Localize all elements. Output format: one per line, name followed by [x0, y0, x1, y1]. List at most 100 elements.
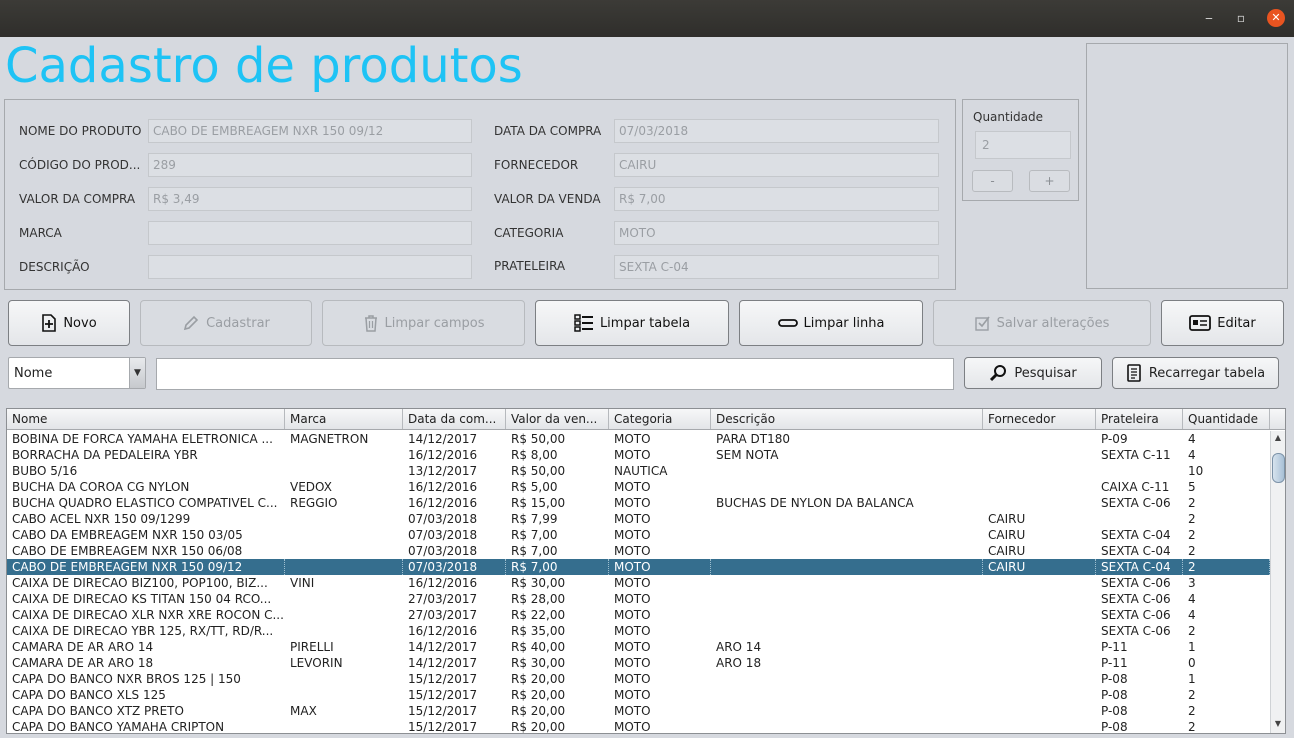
- quantity-panel: Quantidade 2 - +: [962, 99, 1079, 201]
- cell-nome: CABO ACEL NXR 150 09/1299: [12, 512, 191, 526]
- categoria-field[interactable]: MOTO: [614, 221, 939, 245]
- cell-fornecedor: CAIRU: [988, 544, 1026, 558]
- table-row[interactable]: BUBO 5/16 13/12/2017 R$ 50,00 NAUTICA 10: [7, 463, 1270, 479]
- recarregar-tabela-button[interactable]: Recarregar tabela: [1112, 357, 1279, 389]
- cell-prateleira: SEXTA C-04: [1101, 544, 1171, 558]
- scroll-thumb[interactable]: [1272, 453, 1285, 483]
- limpar-campos-button[interactable]: Limpar campos: [322, 300, 525, 346]
- window-titlebar: ‒ ▫ ✕: [0, 0, 1294, 37]
- search-field-select[interactable]: Nome ▼: [8, 357, 146, 389]
- nome-field[interactable]: CABO DE EMBREAGEM NXR 150 09/12: [148, 119, 472, 143]
- scroll-up-icon[interactable]: ▲: [1271, 433, 1285, 445]
- table-row[interactable]: CABO ACEL NXR 150 09/1299 07/03/2018 R$ 7,…: [7, 511, 1270, 527]
- cell-nome: CAMARA DE AR ARO 18: [12, 656, 154, 670]
- cell-data: 14/12/2017: [408, 656, 478, 670]
- minimize-icon[interactable]: ‒: [1200, 9, 1218, 27]
- table-scrollbar[interactable]: ▲ ▼: [1270, 431, 1285, 733]
- column-header-nome[interactable]: Nome: [7, 409, 285, 429]
- cell-valor: R$ 35,00: [511, 624, 566, 638]
- table-row[interactable]: CABO DE EMBREAGEM NXR 150 09/12 07/03/201…: [7, 559, 1270, 575]
- cell-data: 07/03/2018: [408, 512, 478, 526]
- cell-nome: CAPA DO BANCO XTZ PRETO: [12, 704, 184, 718]
- descricao-label: DESCRIÇÃO: [19, 260, 90, 274]
- table-row[interactable]: CAMARA DE AR ARO 14 PIRELLI 14/12/2017 R$ 4…: [7, 639, 1270, 655]
- cell-quantidade: 4: [1188, 432, 1196, 446]
- column-header-data[interactable]: Data da com...: [403, 409, 506, 429]
- valor-venda-label: VALOR DA VENDA: [494, 192, 601, 206]
- cell-marca: [285, 559, 403, 575]
- table-row[interactable]: CABO DE EMBREAGEM NXR 150 06/08 07/03/201…: [7, 543, 1270, 559]
- editar-button[interactable]: Editar: [1161, 300, 1284, 346]
- data-compra-field[interactable]: 07/03/2018: [614, 119, 939, 143]
- cell-valor: R$ 7,00: [511, 544, 558, 558]
- codigo-field[interactable]: 289: [148, 153, 472, 177]
- close-icon[interactable]: ✕: [1267, 9, 1285, 27]
- cell-nome: CAIXA DE DIRECAO XLR NXR XRE ROCON C...: [12, 608, 284, 622]
- cell-fornecedor: [983, 447, 1096, 463]
- valor-venda-field[interactable]: R$ 7,00: [614, 187, 939, 211]
- table-row[interactable]: CAIXA DE DIRECAO YBR 125, RX/TT, RD/R...…: [7, 623, 1270, 639]
- cell-fornecedor: [983, 639, 1096, 655]
- cell-fornecedor: CAIRU: [988, 512, 1026, 526]
- table-row[interactable]: BOBINA DE FORCA YAMAHA ELETRONICA ... MAG…: [7, 431, 1270, 447]
- cell-quantidade: 2: [1188, 512, 1196, 526]
- prateleira-field[interactable]: SEXTA C-04: [614, 255, 939, 279]
- column-header-prateleira[interactable]: Prateleira: [1096, 409, 1183, 429]
- cell-prateleira: SEXTA C-04: [1101, 528, 1171, 542]
- table-row[interactable]: BORRACHA DA PEDALEIRA YBR 16/12/2016 R$ 8,…: [7, 447, 1270, 463]
- valor-compra-field[interactable]: R$ 3,49: [148, 187, 472, 211]
- cell-prateleira: P-08: [1101, 704, 1128, 718]
- cell-data: 14/12/2017: [408, 640, 478, 654]
- cell-categoria: MOTO: [614, 448, 651, 462]
- cell-descricao: [711, 463, 983, 479]
- descricao-field[interactable]: [148, 255, 472, 279]
- cell-valor: R$ 30,00: [511, 576, 566, 590]
- pesquisar-label: Pesquisar: [1014, 365, 1077, 381]
- table-row[interactable]: CAPA DO BANCO NXR BROS 125 | 150 15/12/20…: [7, 671, 1270, 687]
- limpar-tabela-button[interactable]: Limpar tabela: [535, 300, 729, 346]
- quantity-minus-button[interactable]: -: [972, 170, 1013, 192]
- table-row[interactable]: CAIXA DE DIRECAO BIZ100, POP100, BIZ... V…: [7, 575, 1270, 591]
- table-row[interactable]: CAIXA DE DIRECAO XLR NXR XRE ROCON C... 2…: [7, 607, 1270, 623]
- table-row[interactable]: CAIXA DE DIRECAO KS TITAN 150 04 RCO... 2…: [7, 591, 1270, 607]
- cadastrar-button[interactable]: Cadastrar: [140, 300, 312, 346]
- table-row[interactable]: CAMARA DE AR ARO 18 LEVORIN 14/12/2017 R$ 3…: [7, 655, 1270, 671]
- cell-prateleira: SEXTA C-06: [1101, 592, 1171, 606]
- cell-quantidade: 2: [1188, 528, 1196, 542]
- marca-field[interactable]: [148, 221, 472, 245]
- cell-data: 15/12/2017: [408, 688, 478, 702]
- chevron-down-icon[interactable]: ▼: [129, 358, 145, 388]
- column-header-marca[interactable]: Marca: [285, 409, 403, 429]
- cell-data: 15/12/2017: [408, 672, 478, 686]
- table-row[interactable]: CAPA DO BANCO XTZ PRETO MAX 15/12/2017 R$ 2…: [7, 703, 1270, 719]
- table-row[interactable]: CABO DA EMBREAGEM NXR 150 03/05 07/03/201…: [7, 527, 1270, 543]
- column-header-valor[interactable]: Valor da ven...: [506, 409, 609, 429]
- quantity-field[interactable]: 2: [975, 131, 1071, 159]
- fornecedor-field[interactable]: CAIRU: [614, 153, 939, 177]
- novo-button[interactable]: Novo: [8, 300, 130, 346]
- table-row[interactable]: BUCHA QUADRO ELASTICO COMPATIVEL C... REG…: [7, 495, 1270, 511]
- cell-categoria: MOTO: [614, 496, 651, 510]
- cell-prateleira: P-08: [1101, 688, 1128, 702]
- search-input[interactable]: [156, 358, 954, 390]
- column-header-descricao[interactable]: Descrição: [711, 409, 983, 429]
- scroll-down-icon[interactable]: ▼: [1271, 719, 1285, 731]
- search-icon: [990, 365, 1007, 382]
- maximize-icon[interactable]: ▫: [1232, 9, 1250, 27]
- table-row[interactable]: CAPA DO BANCO XLS 125 15/12/2017 R$ 20,00 M…: [7, 687, 1270, 703]
- column-header-categoria[interactable]: Categoria: [609, 409, 711, 429]
- cell-categoria: MOTO: [609, 559, 711, 575]
- table-row[interactable]: BUCHA DA COROA CG NYLON VEDOX 16/12/2016 R$…: [7, 479, 1270, 495]
- pesquisar-button[interactable]: Pesquisar: [964, 357, 1102, 389]
- cell-prateleira: P-09: [1101, 432, 1128, 446]
- limpar-linha-button[interactable]: Limpar linha: [739, 300, 923, 346]
- prateleira-label: PRATELEIRA: [494, 259, 566, 273]
- quantity-plus-button[interactable]: +: [1029, 170, 1070, 192]
- cell-valor: R$ 22,00: [511, 608, 566, 622]
- table-row[interactable]: CAPA DO BANCO YAMAHA CRIPTON 15/12/2017 R$…: [7, 719, 1270, 733]
- column-header-quantidade[interactable]: Quantidade: [1183, 409, 1270, 429]
- column-header-fornecedor[interactable]: Fornecedor: [983, 409, 1096, 429]
- cell-data: 07/03/2018: [403, 559, 506, 575]
- cell-fornecedor: [983, 463, 1096, 479]
- salvar-alteracoes-button[interactable]: Salvar alterações: [933, 300, 1151, 346]
